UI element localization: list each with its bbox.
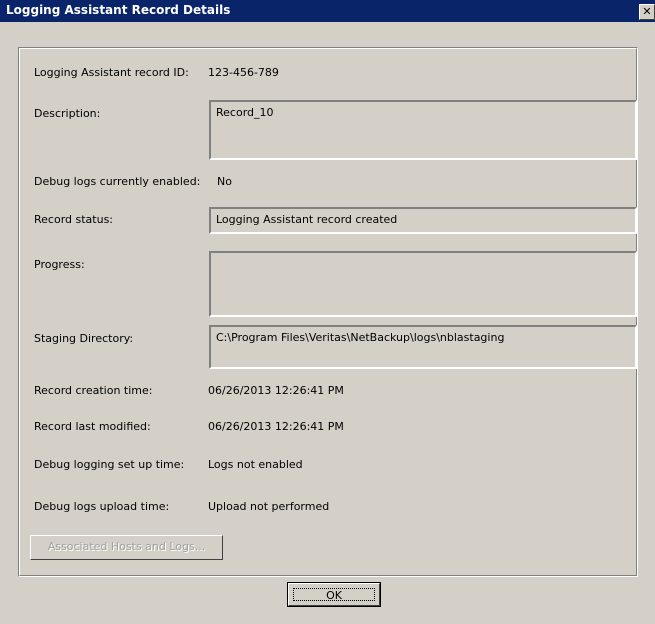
title-bar[interactable]: Logging Assistant Record Details ✕ <box>0 0 655 22</box>
last-modified-label: Record last modified: <box>34 420 151 433</box>
debug-enabled-label: Debug logs currently enabled: <box>34 175 201 188</box>
dialog-window: Logging Assistant Record Details ✕ Loggi… <box>0 0 655 624</box>
associated-hosts-button[interactable]: Associated Hosts and Logs... <box>30 535 223 560</box>
upload-time-value: Upload not performed <box>208 500 330 513</box>
ok-button-bevel: OK <box>288 583 380 606</box>
creation-time-label: Record creation time: <box>34 384 153 397</box>
description-label: Description: <box>34 107 101 120</box>
close-button[interactable]: ✕ <box>639 4 655 20</box>
record-id-value: 123-456-789 <box>208 66 279 79</box>
close-icon: ✕ <box>642 5 652 18</box>
ok-button[interactable]: OK <box>287 582 381 607</box>
description-field[interactable]: Record_10 <box>209 100 637 160</box>
record-status-field[interactable]: Logging Assistant record created <box>209 207 637 234</box>
record-id-label: Logging Assistant record ID: <box>34 66 189 79</box>
staging-directory-field[interactable]: C:\Program Files\Veritas\NetBackup\logs\… <box>209 325 637 369</box>
record-status-label: Record status: <box>34 213 114 226</box>
description-value: Record_10 <box>216 106 274 119</box>
ok-button-label: OK <box>293 588 375 602</box>
creation-time-value: 06/26/2013 12:26:41 PM <box>208 384 344 397</box>
progress-field[interactable] <box>209 251 637 317</box>
dialog-title: Logging Assistant Record Details <box>6 3 231 17</box>
record-status-value: Logging Assistant record created <box>216 213 398 226</box>
debug-setup-time-value: Logs not enabled <box>208 458 303 471</box>
staging-directory-value: C:\Program Files\Veritas\NetBackup\logs\… <box>216 331 505 344</box>
debug-setup-time-label: Debug logging set up time: <box>34 458 185 471</box>
progress-label: Progress: <box>34 258 85 271</box>
staging-directory-label: Staging Directory: <box>34 332 134 345</box>
upload-time-label: Debug logs upload time: <box>34 500 170 513</box>
last-modified-value: 06/26/2013 12:26:41 PM <box>208 420 344 433</box>
debug-enabled-value: No <box>217 175 232 188</box>
